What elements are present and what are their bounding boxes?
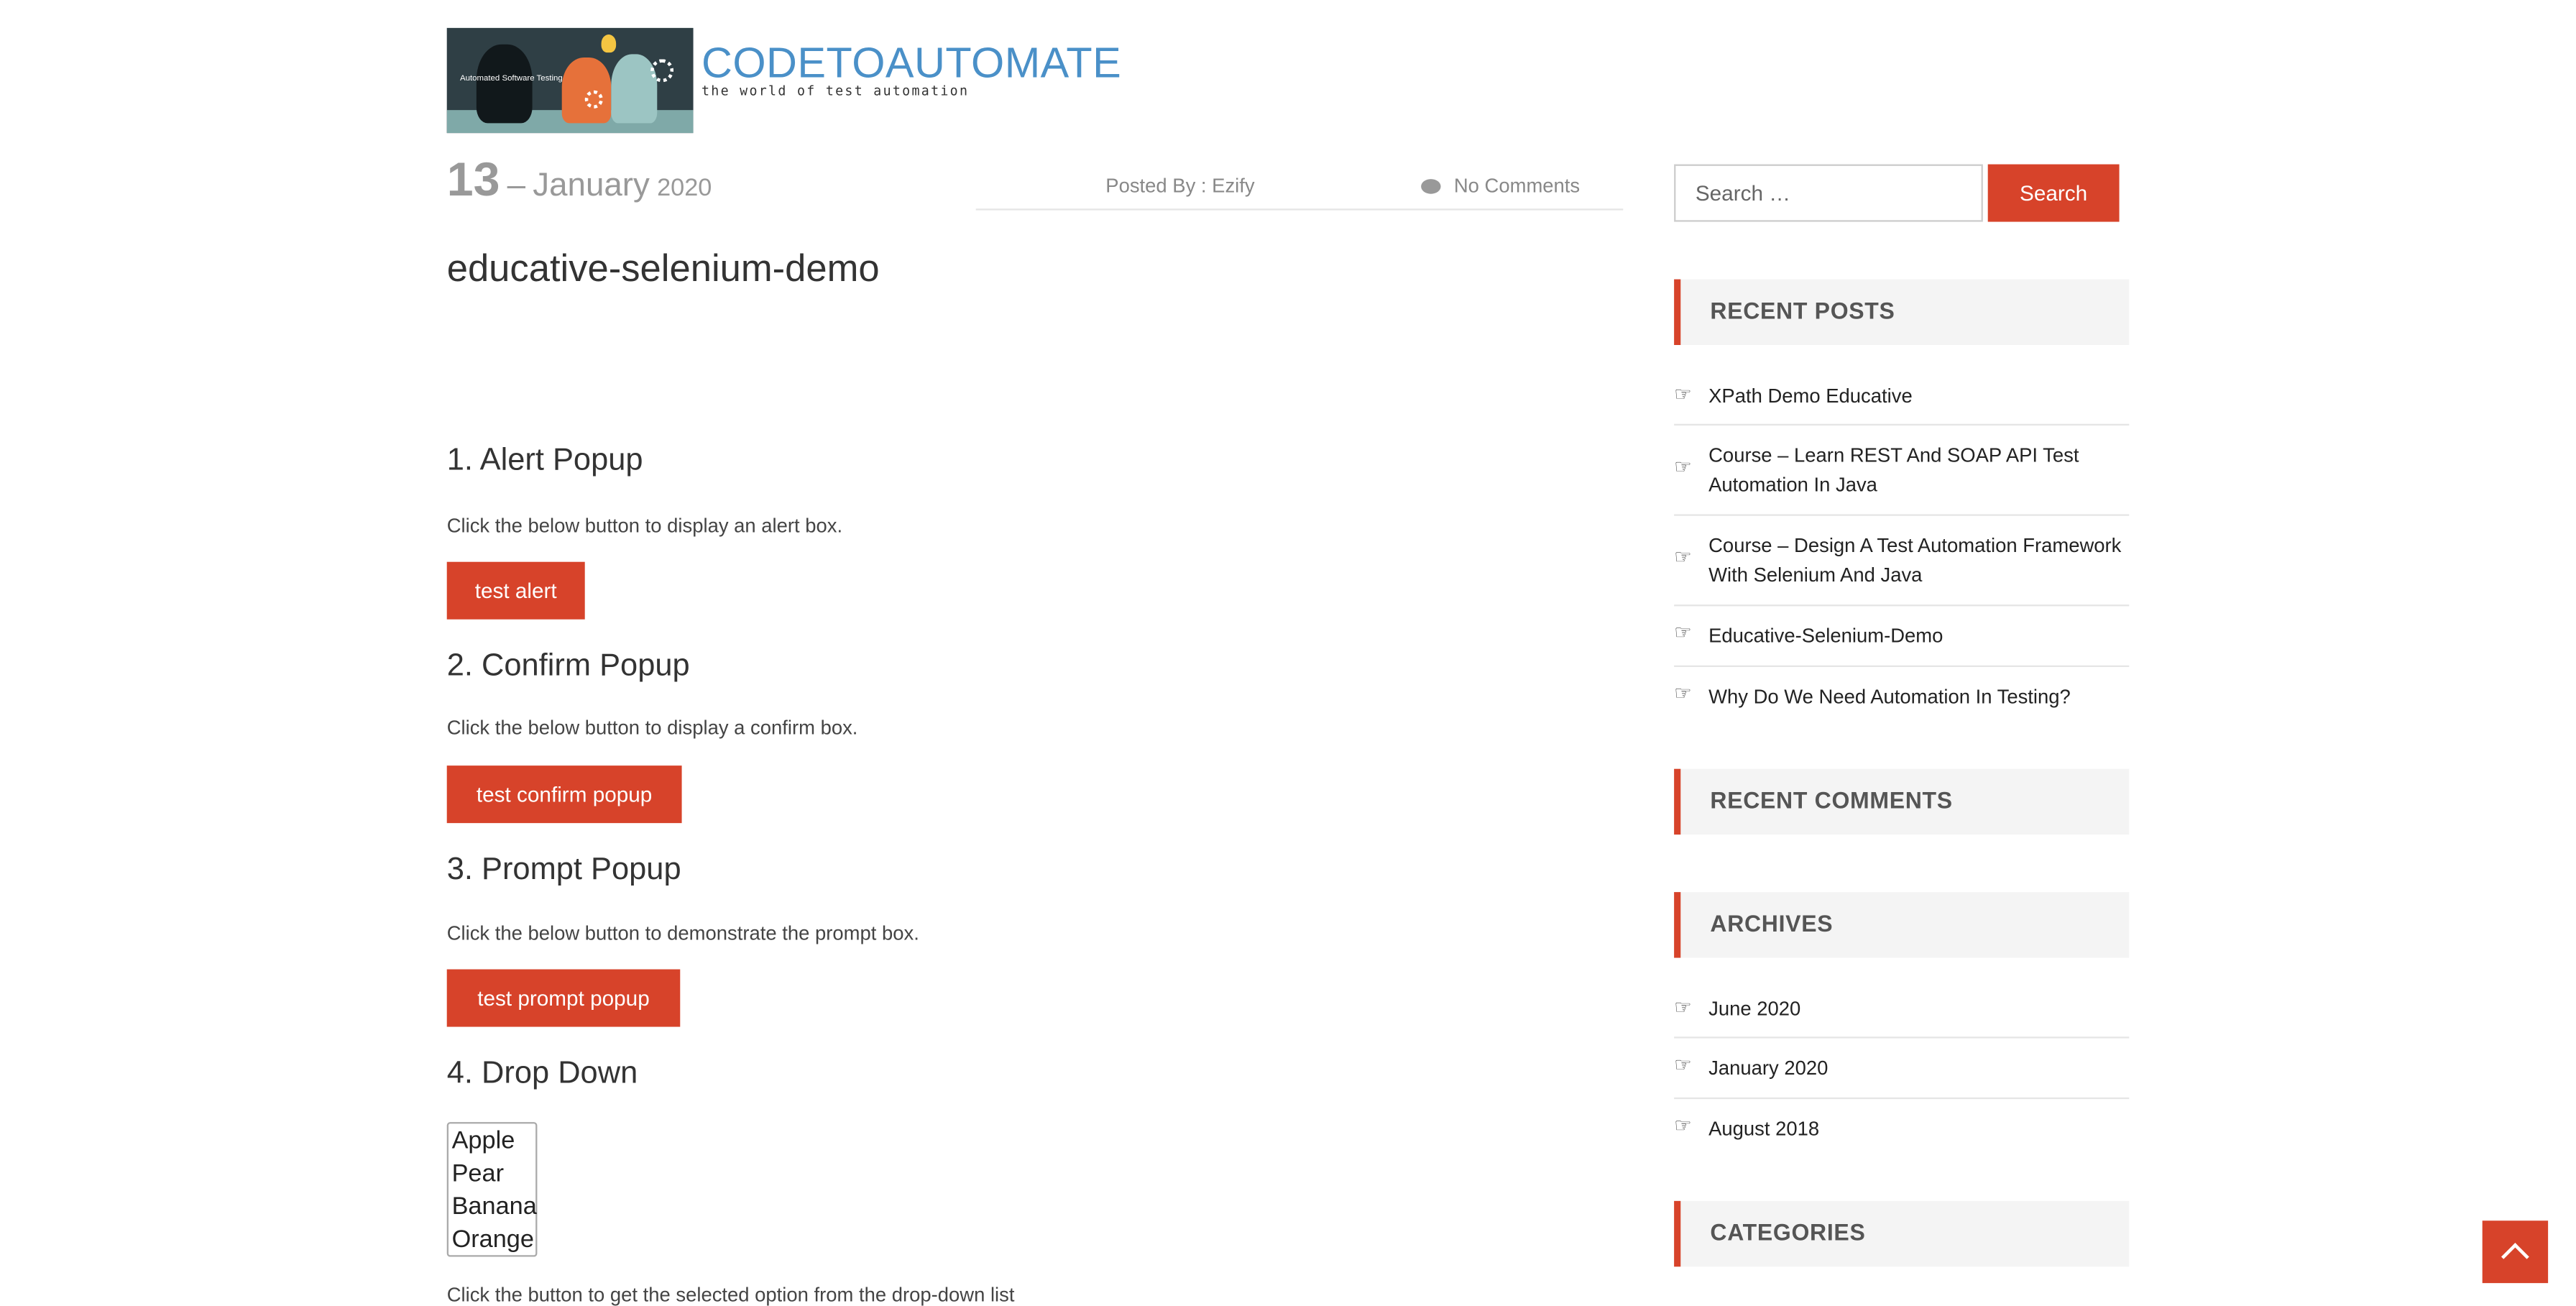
section-heading-confirm: 2. Confirm Popup xyxy=(446,648,690,684)
post-date: 13 – January 2020 xyxy=(447,155,712,208)
listbox-option[interactable]: Apple xyxy=(448,1126,535,1159)
site-tagline: the world of test automation xyxy=(701,83,970,99)
section-heading-prompt: 3. Prompt Popup xyxy=(446,852,681,888)
recent-post-item[interactable]: ☞ Course – Learn REST And SOAP API Test … xyxy=(1674,426,2130,516)
archive-link[interactable]: January 2020 xyxy=(1708,1053,1828,1082)
search-button[interactable]: Search xyxy=(1987,164,2120,222)
archives-header: ARCHIVES xyxy=(1674,892,2130,958)
date-dash: – xyxy=(507,167,526,204)
archive-item[interactable]: ☞ January 2020 xyxy=(1674,1039,2130,1100)
section-desc-confirm: Click the below button to display a conf… xyxy=(446,716,858,740)
section-desc-prompt: Click the below button to demonstrate th… xyxy=(446,921,919,945)
section-heading-dropdown: 4. Drop Down xyxy=(446,1056,638,1091)
listbox-option[interactable]: Banana xyxy=(448,1191,537,1224)
hand-pointer-icon: ☞ xyxy=(1674,995,1692,1019)
lightbulb-icon xyxy=(601,34,617,53)
recent-post-item[interactable]: ☞ Educative-Selenium-Demo xyxy=(1674,606,2130,667)
archive-item[interactable]: ☞ August 2018 xyxy=(1674,1099,2129,1158)
categories-title: CATEGORIES xyxy=(1710,1218,1866,1246)
hand-pointer-icon: ☞ xyxy=(1674,382,1692,406)
logo-silhouette xyxy=(561,57,612,124)
back-to-top-button[interactable] xyxy=(2482,1220,2549,1284)
gear-icon xyxy=(650,59,674,83)
recent-comments-title: RECENT COMMENTS xyxy=(1710,786,1953,814)
site-brand[interactable]: CODETOAUTOMATE the world of test automat… xyxy=(702,36,1121,99)
hand-pointer-icon: ☞ xyxy=(1674,1113,1692,1137)
hand-pointer-icon: ☞ xyxy=(1674,545,1692,569)
meta-divider xyxy=(975,208,1624,211)
recent-post-link[interactable]: Why Do We Need Automation In Testing? xyxy=(1708,682,2071,712)
post-day: 13 xyxy=(446,154,500,207)
post-comments-link[interactable]: No Comments xyxy=(1421,174,1580,197)
recent-post-link[interactable]: Course – Design A Test Automation Framew… xyxy=(1708,530,2129,589)
gear-icon xyxy=(584,90,603,109)
logo-silhouette xyxy=(611,54,658,124)
section-desc-dropdown: Click the button to get the selected opt… xyxy=(446,1283,1015,1306)
comment-icon xyxy=(1421,179,1441,194)
section-heading-alert: 1. Alert Popup xyxy=(446,443,643,479)
post-month: January xyxy=(533,167,650,204)
archive-link[interactable]: August 2018 xyxy=(1708,1114,1819,1144)
recent-posts-header: RECENT POSTS xyxy=(1674,279,2130,345)
archive-item[interactable]: ☞ June 2020 xyxy=(1674,990,2130,1039)
fruit-listbox[interactable]: Apple Pear Banana Orange xyxy=(446,1122,538,1257)
recent-post-link[interactable]: Educative-Selenium-Demo xyxy=(1708,621,1943,650)
recent-post-item[interactable]: ☞ Course – Design A Test Automation Fram… xyxy=(1674,516,2130,607)
archive-link[interactable]: June 2020 xyxy=(1708,994,1800,1024)
site-name[interactable]: CODETOAUTOMATE xyxy=(702,36,1121,88)
chevron-up-icon xyxy=(2501,1242,2529,1270)
section-desc-alert: Click the below button to display an ale… xyxy=(446,514,843,538)
categories-header: CATEGORIES xyxy=(1674,1200,2130,1267)
search-input[interactable] xyxy=(1674,164,1983,222)
hand-pointer-icon: ☞ xyxy=(1674,620,1692,644)
archives-title: ARCHIVES xyxy=(1710,910,1834,937)
hand-pointer-icon: ☞ xyxy=(1674,681,1692,705)
test-alert-button[interactable]: test alert xyxy=(446,561,585,620)
recent-post-item[interactable]: ☞ XPath Demo Educative xyxy=(1674,378,2130,426)
recent-post-link[interactable]: Course – Learn REST And SOAP API Test Au… xyxy=(1708,441,2119,500)
recent-posts-title: RECENT POSTS xyxy=(1710,297,1895,324)
listbox-option[interactable]: Orange xyxy=(448,1224,535,1257)
post-year: 2020 xyxy=(657,174,712,203)
test-prompt-button[interactable]: test prompt popup xyxy=(446,969,681,1027)
test-confirm-button[interactable]: test confirm popup xyxy=(446,765,682,824)
hand-pointer-icon: ☞ xyxy=(1674,1053,1692,1077)
recent-post-link[interactable]: XPath Demo Educative xyxy=(1708,381,1913,410)
recent-post-item[interactable]: ☞ Why Do We Need Automation In Testing? xyxy=(1674,667,2129,726)
logo-tagline: Automated Software Testing xyxy=(459,73,563,84)
hand-pointer-icon: ☞ xyxy=(1674,455,1692,479)
page: Automated Software Testing CODETOAUTOMAT… xyxy=(0,0,2576,1306)
recent-comments-header: RECENT COMMENTS xyxy=(1674,768,2130,835)
post-title: educative-selenium-demo xyxy=(446,246,880,290)
comments-label: No Comments xyxy=(1453,174,1581,198)
post-author[interactable]: Posted By : Ezify xyxy=(1105,174,1254,197)
listbox-option[interactable]: Pear xyxy=(448,1158,535,1191)
site-logo-image[interactable]: Automated Software Testing xyxy=(446,27,694,134)
